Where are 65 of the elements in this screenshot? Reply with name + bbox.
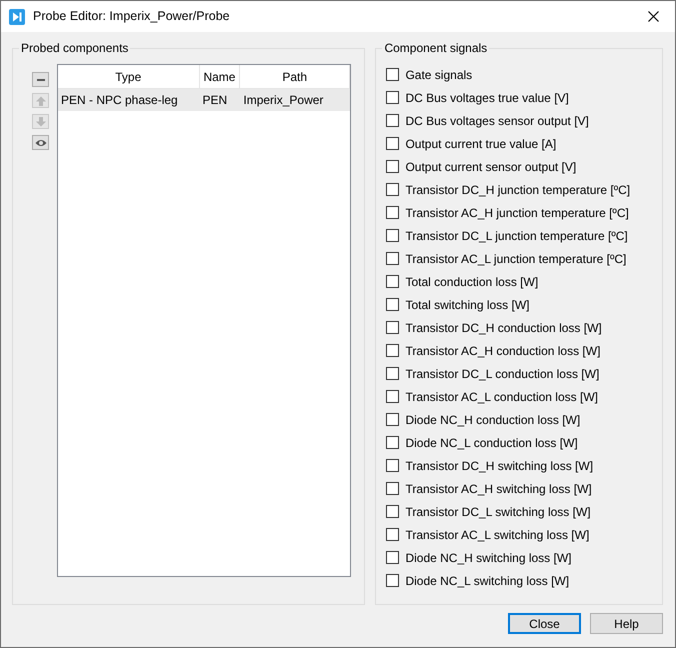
checkbox[interactable]: [386, 574, 400, 587]
table-cell-text: PEN: [202, 92, 228, 109]
checkbox[interactable]: [386, 528, 400, 541]
checkbox[interactable]: [386, 321, 400, 334]
checkbox-label: Output current sensor output [V]: [405, 158, 576, 176]
checkbox[interactable]: [386, 367, 400, 380]
checkbox-label: DC Bus voltages true value [V]: [405, 90, 569, 106]
table-cell-text: Imperix_Power: [242, 92, 324, 109]
checkbox[interactable]: [386, 229, 400, 242]
app-icon: [9, 8, 25, 24]
group-title: Probed components: [19, 41, 130, 55]
column-header[interactable]: Name: [200, 65, 240, 88]
checkbox[interactable]: [386, 160, 400, 173]
checkbox[interactable]: [386, 413, 400, 426]
checkbox[interactable]: [386, 252, 400, 265]
checkbox[interactable]: [386, 68, 400, 81]
view-button[interactable]: [32, 135, 49, 150]
checkbox-label: Transistor AC_H switching loss [W]: [405, 480, 592, 498]
checkbox-label: Transistor DC_H switching loss [W]: [405, 458, 594, 474]
checkbox-label: Transistor DC_L junction temperature [ºC]: [405, 228, 628, 244]
checkbox-label: Transistor DC_L conduction loss [W]: [405, 366, 600, 382]
down-arrow-icon: [34, 116, 46, 126]
checkbox-label: Output current true value [A]: [405, 136, 556, 152]
checkbox[interactable]: [386, 459, 400, 472]
eye-icon: [34, 138, 46, 148]
checkbox[interactable]: [386, 298, 400, 311]
checkbox-label: Transistor AC_H conduction loss [W]: [405, 342, 600, 360]
checkbox[interactable]: [386, 91, 400, 104]
checkbox[interactable]: [386, 390, 400, 403]
checkbox-label: Total switching loss [W]: [405, 296, 530, 314]
checkbox[interactable]: [386, 482, 400, 495]
close-icon: [648, 11, 658, 22]
dialog-button[interactable]: Close: [508, 613, 581, 634]
dialog-button[interactable]: Help: [590, 613, 663, 634]
checkbox-label: Gate signals: [405, 66, 472, 84]
checkbox-label: Diode NC_H switching loss [W]: [405, 550, 572, 566]
up-arrow-icon: [34, 96, 46, 106]
checkbox-label: Transistor AC_L conduction loss [W]: [405, 388, 598, 406]
checkbox[interactable]: [386, 183, 400, 196]
checkbox[interactable]: [386, 206, 400, 219]
checkbox-label: Transistor DC_L switching loss [W]: [405, 504, 591, 520]
checkbox-label: Transistor AC_H junction temperature [ºC]: [405, 204, 629, 222]
checkbox[interactable]: [386, 505, 400, 518]
checkbox-label: Transistor AC_L switching loss [W]: [405, 526, 590, 544]
checkbox-label: Transistor DC_H conduction loss [W]: [405, 320, 602, 336]
table-row[interactable]: PEN - NPC phase-leg PEN Imperix_Power: [58, 89, 350, 111]
checkbox[interactable]: [386, 114, 400, 127]
checkbox-label: DC Bus voltages sensor output [V]: [405, 112, 589, 130]
column-header[interactable]: Path: [240, 65, 350, 88]
checkbox[interactable]: [386, 137, 400, 150]
checkbox[interactable]: [386, 275, 400, 288]
group-title: Component signals: [382, 41, 490, 55]
checkbox-label: Diode NC_L switching loss [W]: [405, 572, 570, 590]
checkbox[interactable]: [386, 551, 400, 564]
checkbox-label: Diode NC_H conduction loss [W]: [405, 412, 580, 428]
table-cell-text: PEN - NPC phase-leg: [60, 92, 179, 109]
remove-button[interactable]: [32, 72, 49, 87]
checkbox-label: Transistor DC_H junction temperature [ºC]: [405, 182, 630, 198]
checkbox[interactable]: [386, 344, 400, 357]
checkbox-label: Diode NC_L conduction loss [W]: [405, 434, 578, 452]
column-header[interactable]: Type: [58, 65, 200, 88]
checkbox-label: Total conduction loss [W]: [405, 274, 538, 290]
checkbox-label: Transistor AC_L junction temperature [ºC]: [405, 250, 626, 268]
window-title: Probe Editor: Imperix_Power/Probe: [33, 8, 230, 26]
checkbox[interactable]: [386, 436, 400, 449]
